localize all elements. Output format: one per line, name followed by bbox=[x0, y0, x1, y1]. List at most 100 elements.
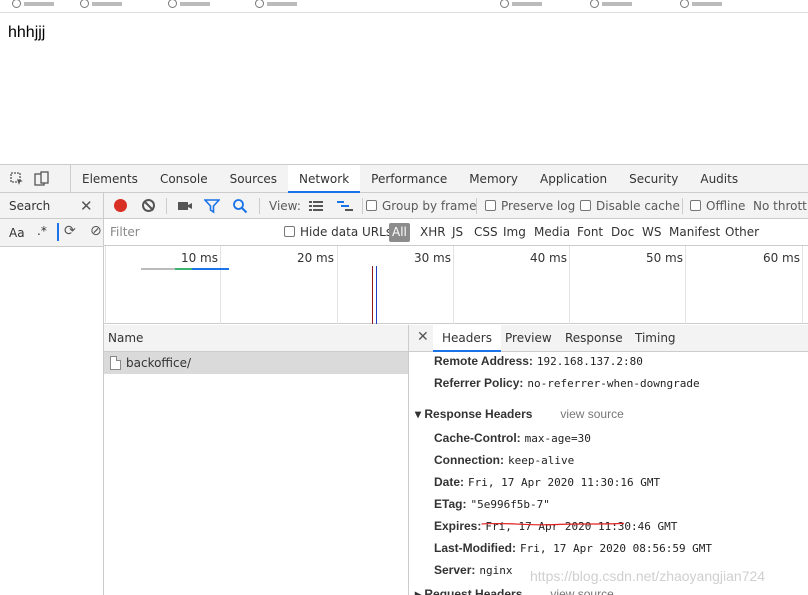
bookmark-item[interactable] bbox=[500, 0, 542, 8]
header-row: Server: nginx bbox=[434, 563, 513, 577]
details-tabs: ✕ Headers Preview Response Timing bbox=[409, 325, 808, 352]
filter-type-doc[interactable]: Doc bbox=[611, 225, 634, 239]
record-icon[interactable] bbox=[114, 199, 127, 212]
filter-type-ws[interactable]: WS bbox=[642, 225, 661, 239]
hide-data-urls-checkbox[interactable]: Hide data URLs bbox=[284, 225, 392, 239]
network-overview[interactable]: 10 ms 20 ms 30 ms 40 ms 50 ms 60 ms bbox=[104, 246, 808, 324]
tab-elements[interactable]: Elements bbox=[71, 165, 149, 193]
bookmark-item[interactable] bbox=[590, 0, 632, 8]
filter-type-css[interactable]: CSS bbox=[474, 225, 498, 239]
timeline-tick: 30 ms bbox=[413, 251, 451, 265]
bookmark-item[interactable] bbox=[80, 0, 122, 8]
refresh-icon[interactable]: ⟳ bbox=[64, 223, 76, 239]
request-name: backoffice/ bbox=[126, 356, 192, 370]
filter-icon[interactable] bbox=[203, 198, 221, 214]
search-input[interactable] bbox=[57, 223, 59, 241]
inspect-element-icon[interactable] bbox=[9, 171, 25, 187]
bookmarks-bar bbox=[0, 0, 808, 13]
filter-type-other[interactable]: Other bbox=[725, 225, 759, 239]
header-row: Connection: keep-alive bbox=[434, 453, 575, 467]
bookmark-icon bbox=[80, 0, 89, 8]
tab-application[interactable]: Application bbox=[529, 165, 618, 193]
capture-screenshots-icon[interactable] bbox=[177, 198, 193, 214]
waterfall-icon[interactable] bbox=[336, 198, 354, 214]
column-header-name[interactable]: Name bbox=[104, 325, 408, 352]
close-icon[interactable]: ✕ bbox=[80, 197, 93, 215]
bookmark-item[interactable] bbox=[680, 0, 722, 8]
offline-checkbox[interactable]: Offline bbox=[690, 198, 745, 214]
bookmark-item[interactable] bbox=[12, 0, 54, 8]
request-headers-section[interactable]: ▸ Request Headers view source bbox=[415, 587, 614, 595]
devtools-tabbar: Elements Console Sources Network Performance… bbox=[0, 165, 808, 193]
filter-type-media[interactable]: Media bbox=[534, 225, 570, 239]
bookmark-icon bbox=[500, 0, 509, 8]
timeline-tick: 10 ms bbox=[180, 251, 218, 265]
timing-bar-waiting bbox=[175, 268, 192, 270]
bookmark-item[interactable] bbox=[168, 0, 210, 8]
bookmark-icon bbox=[255, 0, 264, 8]
search-panel-title: Search bbox=[9, 199, 51, 213]
search-panel: Search ✕ Aa .* ⟳ ⊘ bbox=[0, 193, 104, 595]
header-row: Last-Modified: Fri, 17 Apr 2020 08:56:59 … bbox=[434, 541, 713, 555]
tab-network[interactable]: Network bbox=[288, 165, 361, 193]
header-row: Date: Fri, 17 Apr 2020 11:30:16 GMT bbox=[434, 475, 661, 489]
preserve-log-checkbox[interactable]: Preserve log bbox=[485, 198, 575, 214]
filter-type-all[interactable]: All bbox=[389, 223, 410, 242]
tab-security[interactable]: Security bbox=[618, 165, 689, 193]
tab-audits[interactable]: Audits bbox=[689, 165, 749, 193]
devtools-panel: Elements Console Sources Network Performance… bbox=[0, 164, 808, 595]
filter-bar: Hide data URLs All XHR JS CSS Img Media … bbox=[104, 219, 808, 246]
filter-type-font[interactable]: Font bbox=[577, 225, 603, 239]
view-source-link[interactable]: view source bbox=[560, 407, 623, 421]
header-row: ETag: "5e996f5b-7" bbox=[434, 497, 550, 511]
tab-sources[interactable]: Sources bbox=[219, 165, 288, 193]
filter-type-xhr[interactable]: XHR bbox=[420, 225, 446, 239]
view-label: View: bbox=[269, 199, 301, 213]
close-icon[interactable]: ✕ bbox=[417, 329, 429, 345]
document-icon bbox=[110, 356, 121, 370]
disable-cache-checkbox[interactable]: Disable cache bbox=[580, 198, 680, 214]
device-toolbar-icon[interactable] bbox=[34, 171, 50, 187]
throttling-select[interactable]: No throttlin bbox=[753, 198, 808, 214]
group-by-frame-checkbox[interactable]: Group by frame bbox=[366, 198, 476, 214]
tab-headers[interactable]: Headers bbox=[433, 325, 501, 352]
search-icon[interactable] bbox=[232, 198, 248, 214]
timeline-tick: 20 ms bbox=[296, 251, 334, 265]
filter-type-manifest[interactable]: Manifest bbox=[669, 225, 720, 239]
bookmark-icon bbox=[680, 0, 689, 8]
network-toolbar: View: Group by frame Preserve log Disabl… bbox=[104, 193, 808, 219]
tab-memory[interactable]: Memory bbox=[458, 165, 529, 193]
table-row[interactable]: backoffice/ bbox=[104, 352, 408, 374]
bookmark-icon bbox=[590, 0, 599, 8]
timing-bar-queue bbox=[141, 268, 175, 270]
filter-type-js[interactable]: JS bbox=[452, 225, 463, 239]
load-event-marker bbox=[372, 266, 373, 324]
tab-preview[interactable]: Preview bbox=[496, 325, 561, 352]
tab-response[interactable]: Response bbox=[556, 325, 632, 352]
bookmark-item[interactable] bbox=[255, 0, 297, 8]
clear-icon[interactable] bbox=[142, 199, 155, 212]
tab-timing[interactable]: Timing bbox=[626, 325, 685, 352]
timeline-tick: 50 ms bbox=[645, 251, 683, 265]
tab-console[interactable]: Console bbox=[149, 165, 219, 193]
regex-toggle[interactable]: .* bbox=[37, 224, 47, 238]
page-body-text: hhhjjj bbox=[8, 24, 46, 41]
dom-content-loaded-marker bbox=[376, 266, 377, 324]
cancel-icon[interactable]: ⊘ bbox=[90, 223, 102, 239]
devtools-tabs: Elements Console Sources Network Performance… bbox=[70, 165, 749, 193]
tab-performance[interactable]: Performance bbox=[360, 165, 458, 193]
header-row: Remote Address: 192.168.137.2:80 bbox=[434, 354, 643, 368]
response-headers-section[interactable]: ▾ Response Headers view source bbox=[415, 407, 624, 421]
large-rows-icon[interactable] bbox=[308, 198, 324, 214]
search-options: Aa .* ⟳ ⊘ bbox=[0, 219, 103, 247]
filter-input[interactable] bbox=[106, 222, 272, 242]
search-panel-header: Search ✕ bbox=[0, 193, 103, 219]
watermark: https://blog.csdn.net/zhaoyangjian724 bbox=[530, 568, 766, 584]
bookmark-icon bbox=[168, 0, 177, 8]
request-list: Name backoffice/ bbox=[104, 325, 409, 595]
timeline-tick: 40 ms bbox=[529, 251, 567, 265]
match-case-toggle[interactable]: Aa bbox=[9, 226, 25, 240]
timeline-tick: 60 ms bbox=[762, 251, 800, 265]
filter-type-img[interactable]: Img bbox=[503, 225, 526, 239]
request-details: ✕ Headers Preview Response Timing Remote… bbox=[409, 325, 808, 595]
